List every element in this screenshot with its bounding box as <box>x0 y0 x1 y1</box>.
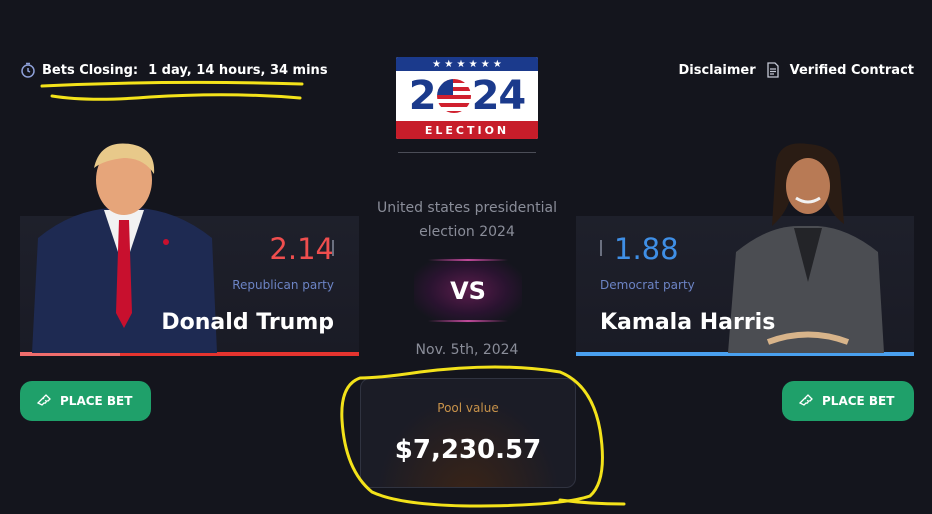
candidate-name-right: Kamala Harris <box>600 310 776 335</box>
bets-closing-countdown: 1 day, 14 hours, 34 mins <box>148 62 328 78</box>
vs-line-top <box>428 259 508 261</box>
place-bet-button-right[interactable]: PLACE BET <box>782 381 914 421</box>
disclaimer-link[interactable]: Disclaimer <box>678 63 755 78</box>
annotation-underline-1 <box>40 80 304 88</box>
header-links: Disclaimer Verified Contract <box>678 62 914 78</box>
event-date: Nov. 5th, 2024 <box>415 342 519 358</box>
bets-closing: Bets Closing: 1 day, 14 hours, 34 mins <box>20 62 328 78</box>
flag-icon <box>436 79 471 113</box>
party-left: Republican party <box>232 278 334 292</box>
document-icon <box>766 62 779 78</box>
ticket-icon <box>36 394 51 406</box>
event-title: United states presidential election 2024 <box>376 200 557 240</box>
odds-divider-left <box>332 240 334 256</box>
vs-label: VS <box>450 277 486 305</box>
logo-band: ELECTION <box>396 121 538 139</box>
annotation-underline-2 <box>50 93 302 101</box>
verified-contract-link[interactable]: Verified Contract <box>790 63 914 78</box>
vs-line-bottom <box>428 320 508 322</box>
logo-year: 2 24 <box>396 71 538 121</box>
logo-year-digit-2: 24 <box>471 73 527 119</box>
logo-stars: ★ ★ ★ ★ ★ ★ <box>396 57 538 71</box>
odds-right: 1.88 <box>614 232 679 266</box>
party-right: Democrat party <box>600 278 695 292</box>
odds-left: 2.14 <box>269 232 334 266</box>
logo-divider <box>398 152 536 153</box>
pool-label: Pool value <box>437 401 499 415</box>
annotation-tail <box>558 498 626 506</box>
pool-value: $7,230.57 <box>394 435 542 465</box>
place-bet-label-left: PLACE BET <box>60 394 133 408</box>
place-bet-button-left[interactable]: PLACE BET <box>20 381 151 421</box>
odds-divider-right <box>600 240 602 256</box>
place-bet-label-right: PLACE BET <box>822 394 895 408</box>
clock-icon <box>21 62 35 78</box>
pool-panel: Pool value $7,230.57 <box>360 378 576 488</box>
logo-year-digit-1: 2 <box>408 73 437 119</box>
bets-closing-label: Bets Closing: <box>42 62 139 78</box>
candidate-name-left: Donald Trump <box>161 310 334 335</box>
ticket-icon <box>798 394 813 406</box>
election-2024-logo: ★ ★ ★ ★ ★ ★ 2 24 ELECTION <box>396 57 538 139</box>
